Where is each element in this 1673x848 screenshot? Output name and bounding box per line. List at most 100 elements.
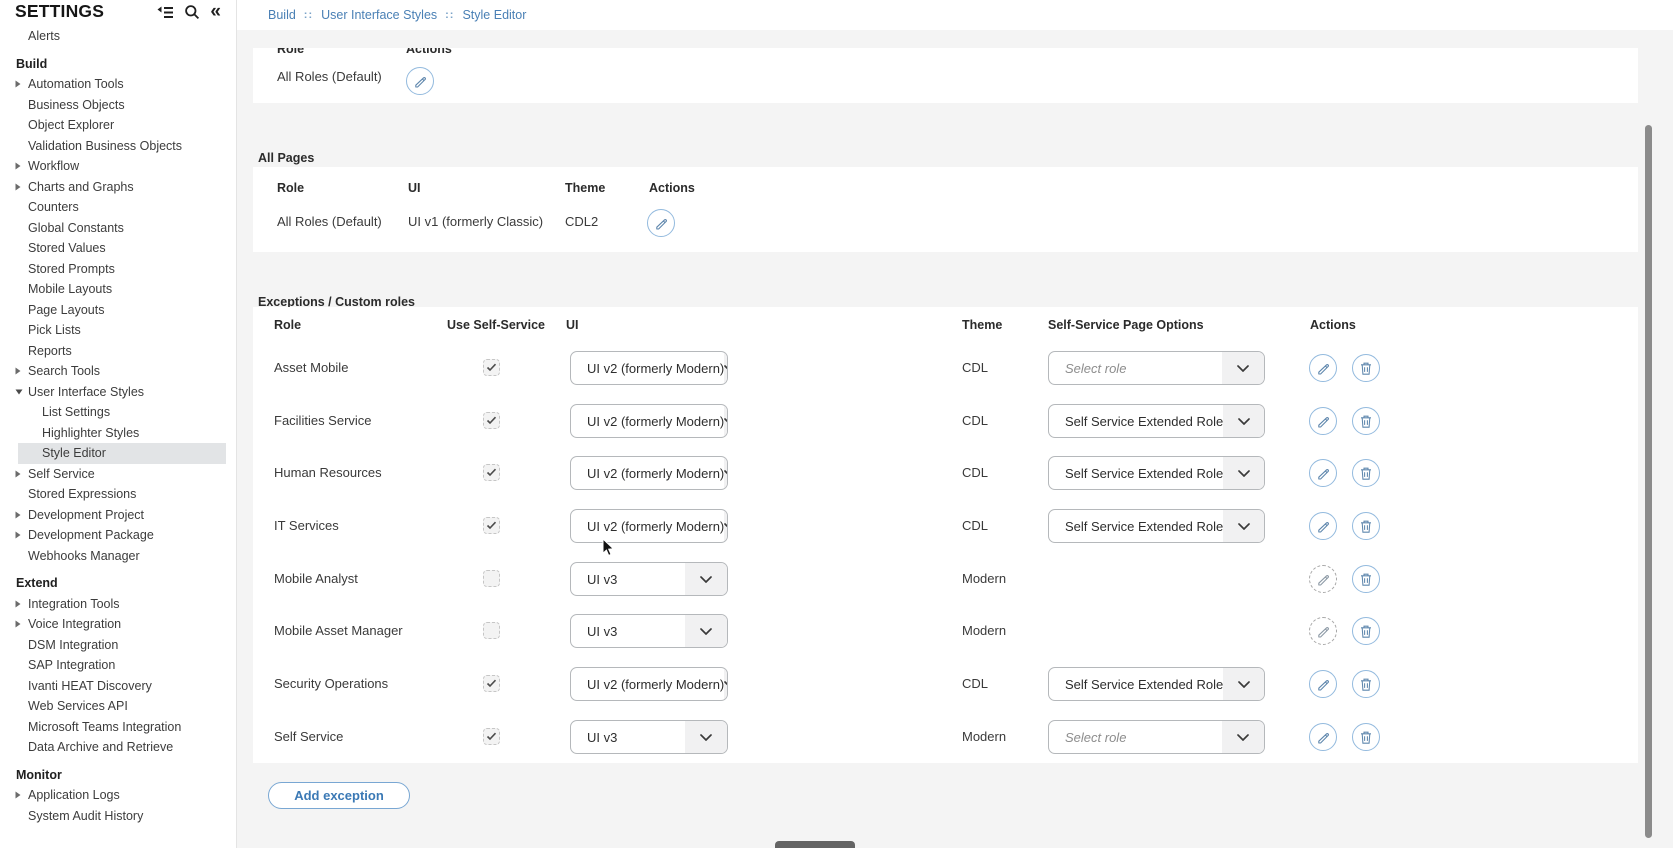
edit-button[interactable] — [1309, 459, 1337, 487]
sidebar-item-reports[interactable]: Reports — [0, 341, 236, 362]
expand-arrow-icon[interactable] — [15, 525, 21, 546]
breadcrumb-user-interface-styles[interactable]: User Interface Styles — [321, 8, 437, 22]
sidebar-item-workflow[interactable]: Workflow — [0, 156, 236, 177]
chevron-down-icon — [685, 563, 727, 595]
sidebar-item-automation-tools[interactable]: Automation Tools — [0, 74, 236, 95]
sidebar-item-list-settings[interactable]: List Settings — [0, 402, 236, 423]
ui-select[interactable]: UI v2 (formerly Modern) — [570, 667, 728, 701]
sidebar-item-counters[interactable]: Counters — [0, 197, 236, 218]
use-self-service-checkbox[interactable] — [483, 728, 500, 745]
sidebar-item-pick-lists[interactable]: Pick Lists — [0, 320, 236, 341]
page-options-select[interactable]: Self Service Extended Role — [1048, 404, 1265, 438]
use-self-service-checkbox[interactable] — [483, 570, 500, 587]
edit-button[interactable] — [1309, 407, 1337, 435]
sidebar-item-application-logs[interactable]: Application Logs — [0, 785, 236, 806]
vertical-scrollbar-thumb[interactable] — [1645, 125, 1652, 838]
use-self-service-checkbox[interactable] — [483, 675, 500, 692]
ui-select[interactable]: UI v3 — [570, 562, 728, 596]
breadcrumb-style-editor[interactable]: Style Editor — [462, 8, 526, 22]
sidebar-item-integration-tools[interactable]: Integration Tools — [0, 594, 236, 615]
exceptions-table: Role Use Self-Service UI Theme Self-Serv… — [253, 307, 1638, 763]
ui-select[interactable]: UI v3 — [570, 614, 728, 648]
expand-arrow-icon[interactable] — [15, 177, 21, 198]
edit-button[interactable] — [1309, 565, 1337, 593]
delete-button[interactable] — [1352, 670, 1380, 698]
use-self-service-checkbox[interactable] — [483, 359, 500, 376]
delete-button[interactable] — [1352, 459, 1380, 487]
ui-select[interactable]: UI v2 (formerly Modern) — [570, 456, 728, 490]
ui-select[interactable]: UI v2 (formerly Modern) — [570, 351, 728, 385]
sidebar-item-business-objects[interactable]: Business Objects — [0, 95, 236, 116]
edit-button[interactable] — [1309, 723, 1337, 751]
sidebar-item-search-tools[interactable]: Search Tools — [0, 361, 236, 382]
edit-button[interactable] — [1309, 354, 1337, 382]
delete-button[interactable] — [1352, 565, 1380, 593]
sidebar-item-alerts[interactable]: Alerts — [0, 26, 236, 47]
ui-select[interactable]: UI v3 — [570, 720, 728, 754]
page-options-select[interactable]: Self Service Extended Role — [1048, 456, 1265, 490]
sidebar-item-validation-business-objects[interactable]: Validation Business Objects — [0, 136, 236, 157]
breadcrumb-build[interactable]: Build — [268, 8, 296, 22]
sidebar-item-voice-integration[interactable]: Voice Integration — [0, 614, 236, 635]
sidebar-item-mobile-layouts[interactable]: Mobile Layouts — [0, 279, 236, 300]
expand-arrow-icon[interactable] — [15, 74, 21, 95]
sidebar-item-stored-prompts[interactable]: Stored Prompts — [0, 259, 236, 280]
sidebar-item-highlighter-styles[interactable]: Highlighter Styles — [0, 423, 236, 444]
sidebar-item-web-services-api[interactable]: Web Services API — [0, 696, 236, 717]
page-options-select[interactable]: Self Service Extended Role — [1048, 509, 1265, 543]
sidebar-item-object-explorer[interactable]: Object Explorer — [0, 115, 236, 136]
sidebar-item-microsoft-teams-integration[interactable]: Microsoft Teams Integration — [0, 717, 236, 738]
delete-button[interactable] — [1352, 723, 1380, 751]
sidebar-item-system-audit-history[interactable]: System Audit History — [0, 806, 236, 827]
delete-button[interactable] — [1352, 617, 1380, 645]
sidebar-item-sap-integration[interactable]: SAP Integration — [0, 655, 236, 676]
collapse-arrow-icon[interactable] — [15, 382, 23, 403]
settings-page: Build :: User Interface Styles :: Style … — [0, 0, 1673, 848]
sidebar-item-self-service[interactable]: Self Service — [0, 464, 236, 485]
sidebar-item-charts-and-graphs[interactable]: Charts and Graphs — [0, 177, 236, 198]
edit-button[interactable] — [647, 209, 675, 237]
app-title: SETTINGS — [15, 1, 104, 22]
sidebar-item-webhooks-manager[interactable]: Webhooks Manager — [0, 546, 236, 567]
sidebar-item-stored-values[interactable]: Stored Values — [0, 238, 236, 259]
edit-button[interactable] — [1309, 670, 1337, 698]
sidebar-item-stored-expressions[interactable]: Stored Expressions — [0, 484, 236, 505]
sidebar-item-user-interface-styles[interactable]: User Interface Styles — [0, 382, 236, 403]
delete-button[interactable] — [1352, 354, 1380, 382]
add-exception-button[interactable]: Add exception — [268, 782, 410, 809]
use-self-service-checkbox[interactable] — [483, 517, 500, 534]
sidebar-item-development-package[interactable]: Development Package — [0, 525, 236, 546]
search-icon[interactable] — [184, 4, 200, 20]
page-options-select[interactable]: Select role — [1048, 351, 1265, 385]
edit-button[interactable] — [1309, 617, 1337, 645]
ui-select[interactable]: UI v2 (formerly Modern) — [570, 509, 728, 543]
use-self-service-checkbox[interactable] — [483, 464, 500, 481]
sidebar-item-dsm-integration[interactable]: DSM Integration — [0, 635, 236, 656]
use-self-service-checkbox[interactable] — [483, 622, 500, 639]
collapse-sidebar-icon[interactable]: « — [210, 5, 221, 19]
delete-button[interactable] — [1352, 512, 1380, 540]
page-options-select[interactable]: Select role — [1048, 720, 1265, 754]
sidebar-item-page-layouts[interactable]: Page Layouts — [0, 300, 236, 321]
sidebar-item-global-constants[interactable]: Global Constants — [0, 218, 236, 239]
edit-button[interactable] — [1309, 512, 1337, 540]
sidebar-item-development-project[interactable]: Development Project — [0, 505, 236, 526]
sidebar-item-data-archive-and-retrieve[interactable]: Data Archive and Retrieve — [0, 737, 236, 758]
expand-arrow-icon[interactable] — [15, 505, 21, 526]
expand-arrow-icon[interactable] — [15, 156, 21, 177]
column-header-role: Role — [277, 181, 304, 195]
expand-arrow-icon[interactable] — [15, 361, 21, 382]
delete-button[interactable] — [1352, 407, 1380, 435]
sidebar-item-style-editor[interactable]: Style Editor — [18, 443, 226, 464]
edit-button[interactable] — [406, 67, 434, 95]
page-options-select[interactable]: Self Service Extended Role — [1048, 667, 1265, 701]
expand-arrow-icon[interactable] — [15, 594, 21, 615]
ui-select[interactable]: UI v2 (formerly Modern) — [570, 404, 728, 438]
tree-collapse-icon[interactable] — [157, 6, 174, 19]
sidebar-item-ivanti-heat-discovery[interactable]: Ivanti HEAT Discovery — [0, 676, 236, 697]
expand-arrow-icon[interactable] — [15, 464, 21, 485]
expand-arrow-icon[interactable] — [15, 785, 21, 806]
ui-cell: UI v1 (formerly Classic) — [408, 214, 543, 229]
use-self-service-checkbox[interactable] — [483, 412, 500, 429]
expand-arrow-icon[interactable] — [15, 614, 21, 635]
